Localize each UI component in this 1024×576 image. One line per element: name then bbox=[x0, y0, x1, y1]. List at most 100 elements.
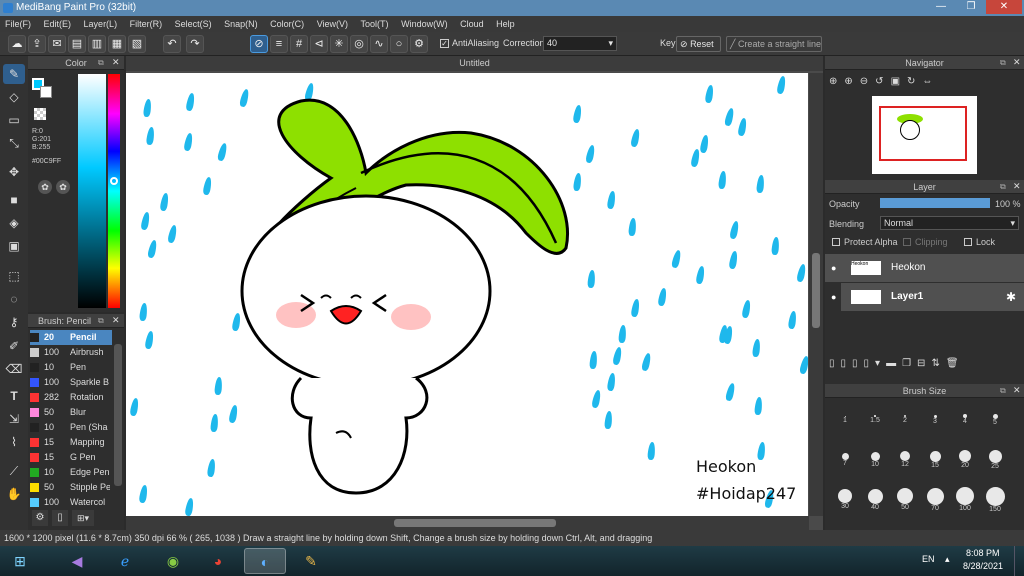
redo-icon[interactable]: ↷ bbox=[186, 35, 204, 53]
menu-tool[interactable]: Tool(T) bbox=[356, 16, 394, 32]
brush-size-option[interactable]: 5 bbox=[983, 406, 1007, 436]
tray-chevron-icon[interactable]: ▴ bbox=[945, 554, 950, 565]
background-color-swatch[interactable] bbox=[40, 86, 52, 98]
brush-size-option[interactable]: 50 bbox=[893, 486, 917, 516]
brush-size-option[interactable]: 150 bbox=[983, 486, 1007, 516]
correction-select[interactable]: 40 ▾ bbox=[543, 36, 617, 51]
crisscross-snap-icon[interactable]: # bbox=[290, 35, 308, 53]
merge-layer-icon[interactable]: ⊟ bbox=[917, 358, 931, 369]
radial-snap-icon[interactable]: ✳ bbox=[330, 35, 348, 53]
menu-color[interactable]: Color(C) bbox=[265, 16, 309, 32]
clipping-checkbox[interactable] bbox=[903, 238, 911, 246]
panel-close-icon[interactable]: ✕ bbox=[112, 315, 120, 326]
menu-filter[interactable]: Filter(R) bbox=[125, 16, 168, 32]
eye-icon[interactable]: ● bbox=[831, 254, 836, 282]
rotate-left-icon[interactable]: ↺ bbox=[875, 76, 890, 87]
layer-move-icon[interactable]: ⇅ bbox=[931, 358, 945, 369]
select-pen-tool-icon[interactable]: ✐ bbox=[3, 336, 25, 356]
grid-icon[interactable]: ▦ bbox=[108, 35, 126, 53]
brush-size-option[interactable]: 1 bbox=[833, 406, 857, 436]
vertical-scroll-thumb[interactable] bbox=[812, 253, 820, 328]
internet-explorer-icon[interactable]: ℯ bbox=[104, 548, 146, 574]
brush-item[interactable]: 100 Sparkle B bbox=[30, 375, 112, 390]
brush-size-option[interactable]: 30 bbox=[833, 486, 857, 516]
brush-size-option[interactable]: 40 bbox=[863, 486, 887, 516]
flip-icon[interactable]: ⇔ bbox=[922, 76, 939, 87]
brush-size-option[interactable]: 10 bbox=[863, 446, 887, 476]
straight-line-button[interactable]: ╱ Create a straight line bbox=[726, 36, 822, 52]
brush-size-option[interactable]: 1.5 bbox=[863, 406, 887, 436]
menu-file[interactable]: File(F) bbox=[0, 16, 36, 32]
panel-close-icon[interactable]: ✕ bbox=[112, 57, 120, 68]
protect-alpha-checkbox[interactable] bbox=[832, 238, 840, 246]
palette-add-icon[interactable]: ✿ bbox=[56, 180, 70, 194]
zoom-out-icon[interactable]: ⊖ bbox=[860, 76, 875, 87]
brush-item[interactable]: 50 Blur bbox=[30, 405, 112, 420]
brush-settings-icon[interactable]: ⚙ bbox=[32, 510, 48, 526]
brush-size-option[interactable]: 7 bbox=[833, 446, 857, 476]
divide-tool-icon[interactable]: ⟋ bbox=[3, 461, 25, 481]
eye-icon[interactable]: ● bbox=[831, 283, 836, 311]
brush-item[interactable]: 282 Rotation bbox=[30, 390, 112, 405]
eyedropper-tool-icon[interactable]: ⌇ bbox=[3, 432, 25, 452]
snap-settings-icon[interactable]: ⚙ bbox=[410, 35, 428, 53]
select-eraser-tool-icon[interactable]: ⌫ bbox=[3, 359, 25, 379]
horizontal-scroll-thumb[interactable] bbox=[394, 519, 556, 527]
duplicate-layer-icon[interactable]: ❐ bbox=[902, 358, 917, 369]
restore-button[interactable]: ❐ bbox=[958, 0, 984, 14]
snap-off-icon[interactable]: ⊘ bbox=[250, 35, 268, 53]
add-brush-dropdown-icon[interactable]: ⊞▾ bbox=[72, 510, 94, 526]
menu-snap[interactable]: Snap(N) bbox=[219, 16, 263, 32]
brush-tool-icon[interactable]: ✎ bbox=[3, 64, 25, 84]
brush-item[interactable]: 20 Pencil bbox=[30, 330, 112, 345]
fill-tool-icon[interactable]: ■ bbox=[3, 190, 25, 210]
drawing-canvas[interactable]: Heokon #Hoidap247 bbox=[126, 73, 808, 516]
vertical-scrollbar[interactable] bbox=[809, 73, 823, 516]
brush-item[interactable]: 50 Stipple Pe bbox=[30, 480, 112, 495]
select-tool-icon[interactable]: ⬚ bbox=[3, 266, 25, 286]
visual-studio-icon[interactable]: ◀ bbox=[56, 548, 98, 574]
rotate-right-icon[interactable]: ↻ bbox=[907, 76, 922, 87]
clock-date[interactable]: 8/28/2021 bbox=[963, 561, 1003, 571]
gear-icon[interactable]: ✱ bbox=[1006, 283, 1016, 311]
hand-tool-icon[interactable]: ✋ bbox=[3, 484, 25, 504]
vanishing-snap-icon[interactable]: ⊲ bbox=[310, 35, 328, 53]
brush-item[interactable]: 100 Airbrush bbox=[30, 345, 112, 360]
chrome-icon[interactable]: ◕ bbox=[197, 548, 239, 574]
brush-list-scrollbar[interactable] bbox=[114, 344, 122, 486]
text-tool-icon[interactable]: T bbox=[3, 386, 25, 406]
lock-checkbox[interactable] bbox=[964, 238, 972, 246]
hue-slider[interactable] bbox=[108, 74, 120, 308]
brush-size-option[interactable]: 4 bbox=[953, 406, 977, 436]
menu-edit[interactable]: Edit(E) bbox=[39, 16, 77, 32]
hue-slider-handle[interactable] bbox=[110, 177, 118, 185]
layer-row-selected[interactable]: ● Layer1 ✱ bbox=[831, 283, 1024, 311]
delete-layer-icon[interactable]: 🗑 bbox=[946, 358, 965, 369]
move-tool-icon[interactable]: ✥ bbox=[3, 162, 25, 182]
opacity-slider[interactable] bbox=[880, 198, 990, 208]
panel-close-icon[interactable]: ✕ bbox=[1013, 385, 1021, 396]
panel-close-icon[interactable]: ✕ bbox=[1013, 57, 1021, 68]
medibang-icon[interactable]: ◐ bbox=[244, 548, 286, 574]
menu-help[interactable]: Help bbox=[491, 16, 520, 32]
brush-item[interactable]: 10 Pen bbox=[30, 360, 112, 375]
bucket-tool-icon[interactable]: ◈ bbox=[3, 213, 25, 233]
navigator-preview[interactable] bbox=[872, 96, 977, 174]
panel-float-icon[interactable]: ⧉ bbox=[98, 58, 104, 68]
panel-close-icon[interactable]: ✕ bbox=[1013, 181, 1021, 192]
blending-select[interactable]: Normal ▾ bbox=[880, 216, 1019, 230]
brush-size-option[interactable]: 3 bbox=[923, 406, 947, 436]
close-button[interactable]: ✕ bbox=[986, 0, 1022, 14]
add-layer-dropdown-icon[interactable]: ▯▾ bbox=[864, 358, 887, 369]
brush-item[interactable]: 15 G Pen bbox=[30, 450, 112, 465]
undo-icon[interactable]: ↶ bbox=[163, 35, 181, 53]
new-halftone-layer-icon[interactable]: ▯ bbox=[841, 358, 853, 369]
dot-pen-tool-icon[interactable]: ⤡ bbox=[3, 133, 25, 153]
menu-layer[interactable]: Layer(L) bbox=[79, 16, 123, 32]
brush-size-option[interactable]: 2 bbox=[893, 406, 917, 436]
zoom-fit-icon[interactable]: ⊕ bbox=[829, 76, 844, 87]
horizontal-scrollbar[interactable] bbox=[126, 516, 809, 530]
panel-float-icon[interactable]: ⧉ bbox=[1000, 182, 1006, 192]
brush-size-option[interactable]: 25 bbox=[983, 446, 1007, 476]
fit-window-icon[interactable]: ▣ bbox=[891, 76, 907, 87]
